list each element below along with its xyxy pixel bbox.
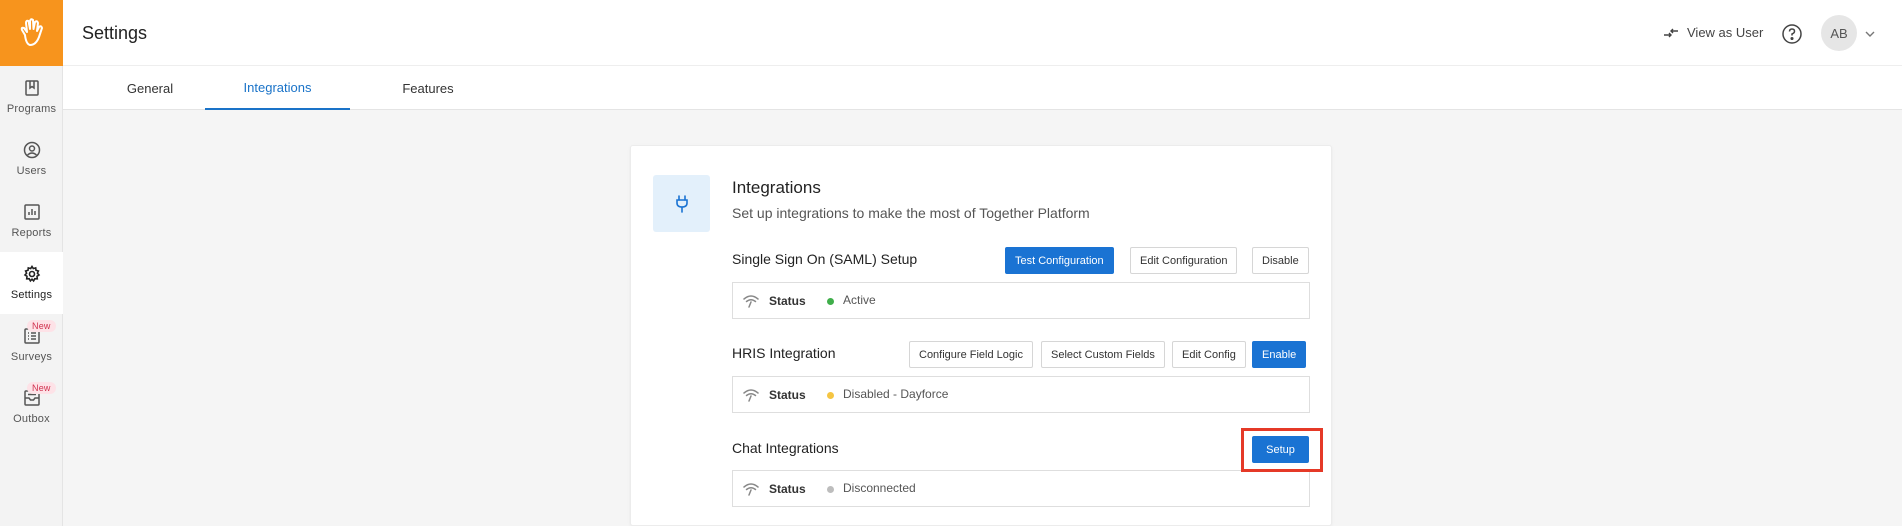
status-label: Status — [769, 294, 806, 308]
select-custom-fields-button[interactable]: Select Custom Fields — [1041, 341, 1165, 368]
user-circle-icon — [23, 141, 40, 159]
sidebar-item-reports[interactable]: Reports — [0, 190, 63, 252]
sidebar-item-users[interactable]: Users — [0, 128, 63, 190]
help-icon[interactable] — [1781, 23, 1803, 45]
integrations-card: Integrations Set up integrations to make… — [630, 145, 1332, 526]
disable-saml-button[interactable]: Disable — [1252, 247, 1309, 274]
card-subtitle: Set up integrations to make the most of … — [732, 205, 1090, 221]
wifi-signal-icon — [743, 389, 759, 402]
tab-general[interactable]: General — [101, 66, 199, 110]
card-title: Integrations — [732, 178, 821, 197]
wifi-signal-icon — [743, 295, 759, 308]
test-configuration-button[interactable]: Test Configuration — [1005, 247, 1114, 274]
settings-tabs: General Integrations Features — [63, 66, 1902, 110]
new-badge: New — [27, 320, 56, 332]
chevron-down-icon[interactable] — [1864, 28, 1876, 40]
enable-hris-button[interactable]: Enable — [1252, 341, 1307, 368]
configure-field-logic-button[interactable]: Configure Field Logic — [909, 341, 1033, 368]
status-dot-active — [827, 298, 834, 305]
wifi-signal-icon — [743, 483, 759, 496]
edit-config-button[interactable]: Edit Config — [1172, 341, 1246, 368]
top-header: Settings View as User AB — [63, 0, 1902, 66]
sidebar-item-label: Programs — [6, 103, 57, 115]
sidebar-item-programs[interactable]: Programs — [0, 66, 63, 128]
sidebar-item-outbox[interactable]: New Outbox — [0, 376, 63, 438]
chart-icon — [23, 204, 40, 220]
sidebar-item-surveys[interactable]: New Surveys — [0, 314, 63, 376]
book-icon — [24, 80, 39, 96]
saml-section-title: Single Sign On (SAML) Setup — [732, 251, 918, 267]
sidebar-item-label: Users — [16, 165, 47, 177]
view-as-user-button[interactable]: View as User — [1663, 25, 1763, 40]
status-dot-disconnected — [827, 486, 834, 493]
hand-logo-icon — [20, 18, 43, 46]
view-as-user-label: View as User — [1687, 25, 1764, 40]
hris-section-title: HRIS Integration — [732, 345, 836, 361]
plug-icon — [675, 194, 688, 213]
sidebar-item-label: Settings — [10, 289, 53, 301]
status-value: Disconnected — [843, 481, 916, 495]
status-label: Status — [769, 388, 806, 402]
tab-features[interactable]: Features — [373, 66, 483, 110]
page-title: Settings — [82, 23, 148, 43]
status-dot-disabled — [827, 392, 834, 399]
hris-status-box: Status Disabled - Dayforce — [732, 376, 1310, 413]
chat-status-box: Status Disconnected — [732, 470, 1310, 507]
gear-icon — [23, 265, 40, 283]
saml-status-box: Status Active — [732, 282, 1310, 319]
sidebar: Programs Users Reports Settings New Surv… — [0, 0, 63, 526]
sidebar-item-settings[interactable]: Settings — [0, 252, 63, 314]
switch-user-icon — [1664, 28, 1678, 37]
setup-chat-button[interactable]: Setup — [1252, 436, 1309, 463]
status-label: Status — [769, 482, 806, 496]
status-value: Disabled - Dayforce — [843, 387, 949, 401]
new-badge: New — [27, 382, 56, 394]
sidebar-item-label: Surveys — [10, 351, 53, 363]
tab-integrations[interactable]: Integrations — [205, 66, 350, 110]
app-logo[interactable] — [0, 0, 63, 66]
sidebar-item-label: Reports — [11, 227, 52, 239]
sidebar-item-label: Outbox — [13, 413, 50, 425]
avatar[interactable]: AB — [1821, 15, 1857, 51]
chat-section-title: Chat Integrations — [732, 440, 839, 456]
status-value: Active — [843, 293, 876, 307]
integrations-card-icon — [653, 175, 710, 232]
edit-configuration-button[interactable]: Edit Configuration — [1130, 247, 1238, 274]
